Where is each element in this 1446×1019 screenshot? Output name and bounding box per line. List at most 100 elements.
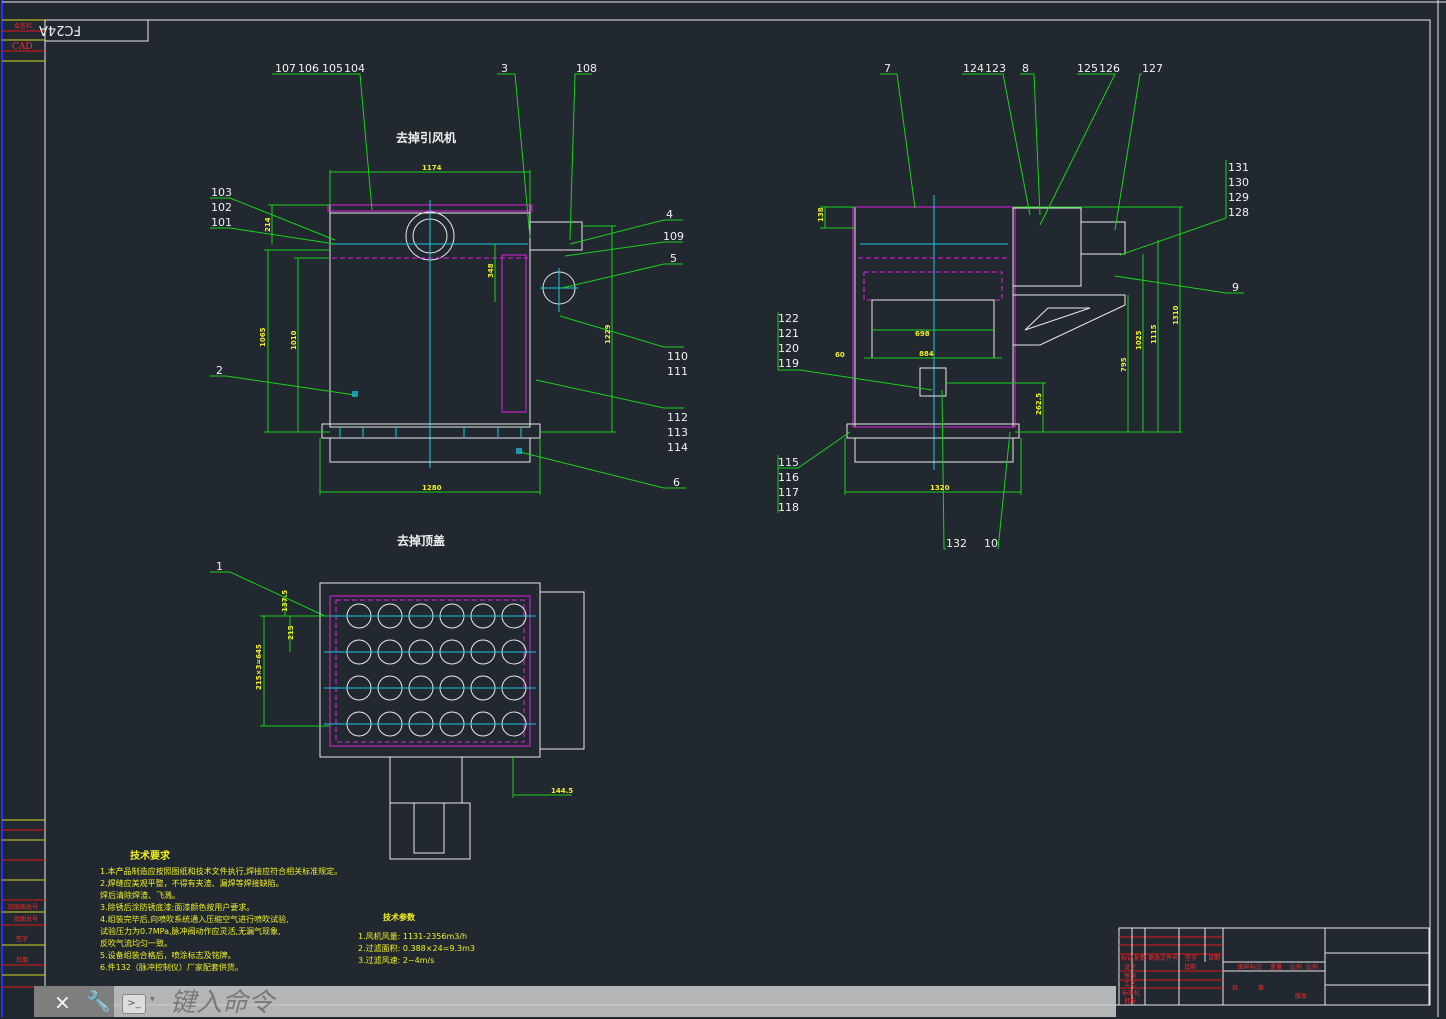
drawing-frame: [1, 0, 1446, 1017]
dimension-text: 1115: [1150, 324, 1158, 344]
callout-108: 108: [576, 62, 597, 75]
requirement-line: 反吹气流均匀一致。: [100, 938, 172, 948]
callout-109: 109: [663, 230, 684, 243]
tb-row: 设计: [1124, 963, 1136, 971]
param-line: 1.风机风量: 1131-2356m3/h: [358, 931, 467, 941]
callout-114: 114: [667, 441, 688, 454]
callout-113: 113: [667, 426, 688, 439]
tb-scale: 比例: [1290, 963, 1302, 971]
callout-126: 126: [1099, 62, 1120, 75]
dimension-text: 1310: [1172, 305, 1180, 325]
dimension-text: 60: [835, 351, 845, 359]
dimension-text: 1174: [422, 164, 442, 172]
dimension-text: 1280: [422, 484, 442, 492]
tb-row: 审核: [1124, 972, 1136, 980]
title-block: 标记 处数 更改文件号 签字 日期 设计 审核 工艺 标准化 批准 日期 图样标…: [1118, 927, 1430, 1006]
callout-118: 118: [778, 501, 799, 514]
callout-120: 120: [778, 342, 799, 355]
callout-104: 104: [344, 62, 365, 75]
param-line: 2.过滤面积: 0.388×24=9.3m3: [358, 943, 475, 953]
callout-124: 124: [963, 62, 984, 75]
drawing-canvas[interactable]: 会签栏 CAD 旧底图总号 底图总号 签字 日期 FC24A 107 106 1…: [0, 0, 1446, 1017]
chevron-down-icon[interactable]: ▾: [150, 994, 155, 1005]
requirement-line: 4.组装完毕后,向喷吹系统通入压缩空气进行喷吹试验,: [100, 914, 289, 924]
dimension-texts: 11742141065 10103481229128013869888460132…: [255, 164, 1180, 795]
tb-header: 日期: [1208, 954, 1220, 962]
callout-128: 128: [1228, 206, 1249, 219]
dimension-text: 262.5: [1035, 393, 1043, 415]
callout-127: 127: [1142, 62, 1163, 75]
callout-106: 106: [298, 62, 319, 75]
dimension-text: 144.5: [551, 787, 573, 795]
callout-107: 107: [275, 62, 296, 75]
tb-page: 第: [1258, 984, 1264, 992]
dimension-text: 1025: [1135, 330, 1143, 350]
callout-116: 116: [778, 471, 799, 484]
dimension-text: 1010: [290, 330, 298, 350]
drawing-id: FC24A: [39, 22, 81, 37]
front-view[interactable]: [210, 73, 686, 617]
strip-label: 底图总号: [14, 915, 38, 923]
tb-stage: 图样标记: [1238, 963, 1262, 971]
tb-version: 版本: [1295, 992, 1307, 1000]
callout-101: 101: [211, 216, 232, 229]
wrench-icon[interactable]: 🔧: [86, 989, 111, 1013]
callout-4: 4: [666, 208, 673, 221]
callout-115: 115: [778, 456, 799, 469]
callout-10: 10: [984, 537, 998, 550]
callout-2: 2: [216, 364, 223, 377]
cad-label: CAD: [12, 42, 33, 52]
command-line[interactable]: × 🔧 >_ ▾: [34, 986, 1116, 1019]
callout-6: 6: [673, 476, 680, 489]
callout-1: 1: [216, 560, 223, 573]
callout-5: 5: [670, 252, 677, 265]
requirement-line: 焊后清除焊渣、飞溅。: [100, 890, 180, 900]
dimension-text: 1065: [259, 327, 267, 347]
callout-123: 123: [985, 62, 1006, 75]
callout-102: 102: [211, 201, 232, 214]
tb-scale: 比例: [1306, 963, 1318, 971]
part-callouts: 107 106 105 104 3 108103102101410951101111121…: [211, 62, 1249, 573]
tb-date: 日期: [1184, 963, 1196, 971]
tb-weight: 重量: [1270, 963, 1282, 971]
tb-row: 批准: [1124, 997, 1136, 1005]
front-view-title: 去掉引风机: [396, 130, 456, 145]
tb-header: 签字: [1185, 954, 1197, 962]
callout-112: 112: [667, 411, 688, 424]
tech-requirements-title: 技术要求: [130, 849, 171, 862]
dimension-text: 214: [264, 217, 272, 232]
dimension-text: 795: [1120, 357, 1128, 372]
callout-9: 9: [1232, 281, 1239, 294]
requirement-line: 试验压力为0.7MPa,脉冲阀动作应灵活,无漏气现象,: [100, 926, 281, 936]
tb-header: 标记: [1121, 954, 1133, 962]
callout-125: 125: [1077, 62, 1098, 75]
top-view[interactable]: [260, 582, 585, 860]
tech-requirements: 技术要求 1.本产品制造应按照图纸和技术文件执行,焊接应符合相关标准规定。 2.…: [100, 849, 342, 972]
close-icon[interactable]: ×: [54, 990, 71, 1014]
requirement-line: 2.焊缝应美观平整，不得有夹渣、漏焊等焊接缺陷。: [100, 878, 284, 888]
callout-130: 130: [1228, 176, 1249, 189]
command-prompt-icon[interactable]: >_: [122, 994, 146, 1014]
countersign-label: 会签栏: [14, 22, 32, 30]
callout-110: 110: [667, 350, 688, 363]
callout-105: 105: [322, 62, 343, 75]
callout-132: 132: [946, 537, 967, 550]
callout-117: 117: [778, 486, 799, 499]
callout-121: 121: [778, 327, 799, 340]
requirement-line: 1.本产品制造应按照图纸和技术文件执行,焊接应符合相关标准规定。: [100, 866, 342, 876]
dimension-text: 1229: [604, 324, 612, 344]
callout-7: 7: [884, 62, 891, 75]
strip-label: 旧底图总号: [8, 903, 38, 911]
strip-label: 日期: [16, 956, 28, 964]
tb-header: 更改文件号: [1148, 954, 1178, 962]
tb-sheet: 共: [1232, 984, 1238, 992]
dimension-text: 138: [817, 207, 825, 222]
tech-parameters: 技术参数 1.风机风量: 1131-2356m3/h 2.过滤面积: 0.388…: [358, 912, 475, 965]
callout-8: 8: [1022, 62, 1029, 75]
callout-131: 131: [1228, 161, 1249, 174]
dimension-text: 698: [915, 330, 930, 338]
callout-3: 3: [501, 62, 508, 75]
command-input[interactable]: [168, 986, 772, 1019]
callout-129: 129: [1228, 191, 1249, 204]
dimension-text: 215×3=645: [255, 644, 263, 690]
